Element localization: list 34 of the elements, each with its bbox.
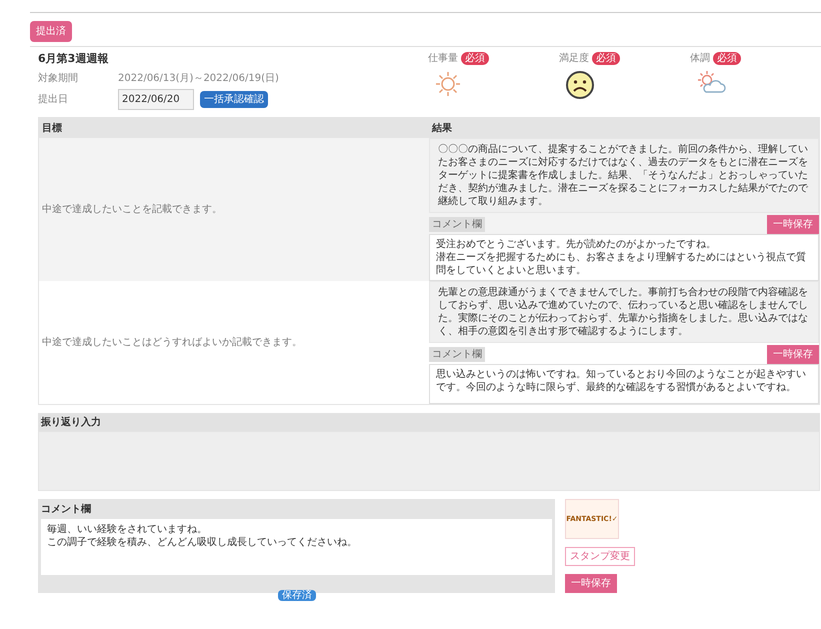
comment-field[interactable]: 毎週、いい経験をされていますね。 この調子で経験を積み、どんどん吸収し成長していってくださいね。 (41, 519, 552, 575)
comment-field[interactable]: 受注おめでとうございます。先が読めたのがよかったですね。 潜在ニーズを把握するためにも、お客さまをより理解するためにはという視点で質問をしていくとよいと思います。 (429, 234, 819, 281)
mood-label: 仕事量 (428, 52, 458, 66)
save-button[interactable]: 一時保存 (767, 215, 819, 234)
comment-field[interactable]: 思い込みというのは怖いですね。知っているとおり今回のようなことが起きやすいです。今回のような時に限らず、最終的な確認をする習慣があるとよいですね。 (429, 364, 819, 404)
status-button[interactable]: 提出済 (30, 21, 72, 42)
comment-label: コメント欄 (429, 217, 485, 232)
memo-field[interactable] (38, 431, 820, 491)
period-text: 2022/06/13(月)～2022/06/19(日) (118, 72, 279, 86)
comment-label: コメント欄 (41, 502, 91, 516)
sun-icon (434, 70, 462, 98)
memo-label: 振り返り入力 (41, 416, 101, 430)
result-text: 先輩との意思疎通がうまくできませんでした。事前打ち合わせの段階で内容確認をしておらず、思い込みで進めていたので、伝わっていると思い確認をしませんでした。実際にそのことが伝わっておらず、先輩から指摘をしました。思い込みではなく、相手の意図を引き出す形で確認するようにします。 (429, 281, 819, 343)
sad-face-icon (565, 70, 595, 100)
date-field[interactable]: 2022/06/20 (118, 88, 194, 110)
column-header: 結果 (430, 122, 452, 136)
confirm-button[interactable]: 一括承認確認 (200, 90, 268, 108)
column-header: 目標 (41, 122, 63, 136)
required-badge: 必須 (461, 52, 489, 65)
status-tag: 保存済 (278, 590, 316, 601)
required-badge: 必須 (592, 52, 620, 65)
field-label: 提出日 (38, 92, 69, 106)
goal-text: 中途で達成したいことを記載できます。 (42, 202, 222, 217)
change-stamp-button[interactable]: スタンプ変更 (565, 547, 635, 566)
result-text: 〇〇〇の商品について、提案することができました。前回の条件から、理解していたお客さまのニーズに対応するだけではなく、過去のデータをもとに潜在ニーズをターゲットに提案書を作成しました。結果、「そうなんだよ」とおっしゃっていただき、契約が進みました。潜在ニーズを探ることにフォーカスした結果がでたので継続して取り組みます。 (429, 138, 819, 213)
report-title: 6月第3週週報 (38, 51, 110, 67)
mood-label: 満足度 (559, 52, 589, 66)
required-badge: 必須 (713, 52, 741, 65)
field-label: 対象期間 (38, 72, 79, 86)
comment-label: コメント欄 (429, 347, 485, 362)
save-button[interactable]: 一時保存 (565, 574, 617, 593)
mood-label: 体調 (690, 52, 710, 66)
save-button[interactable]: 一時保存 (767, 345, 819, 364)
goal-text: 中途で達成したいことはどうすればよいか記載できます。 (42, 336, 302, 350)
